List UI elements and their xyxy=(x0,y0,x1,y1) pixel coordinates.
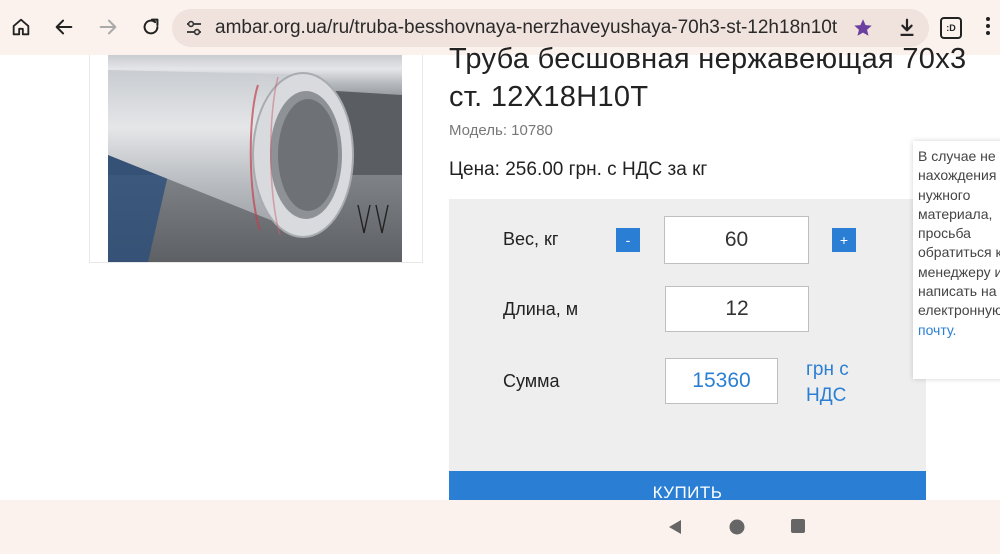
weight-label: Вес, кг xyxy=(503,229,559,249)
more-menu-icon[interactable] xyxy=(984,14,992,38)
star-icon[interactable] xyxy=(852,17,874,39)
product-title: Труба бесшовная нержавеющая 70х3 ст. 12Х… xyxy=(449,43,967,113)
download-icon[interactable] xyxy=(896,17,918,39)
sum-label: Сумма xyxy=(503,371,560,391)
back-arrow-icon[interactable] xyxy=(49,12,79,42)
help-note-text: В случае не нахождения нужного материала… xyxy=(918,147,1000,340)
help-note: В случае не нахождения нужного материала… xyxy=(913,141,1000,379)
nav-recents-icon[interactable] xyxy=(790,518,806,534)
currency-label: грн с НДС xyxy=(806,359,849,406)
weight-minus-button[interactable]: - xyxy=(616,228,640,252)
system-nav-bar xyxy=(0,500,1000,554)
product-model: Модель: 10780 xyxy=(449,122,553,139)
calculator-panel: Вес, кг - 60 + Длина, м 12 Сумма 15360 г… xyxy=(449,199,926,500)
weight-input[interactable]: 60 xyxy=(664,216,809,264)
email-link[interactable]: почту. xyxy=(918,322,956,338)
product-image-frame xyxy=(89,55,423,263)
site-settings-icon[interactable] xyxy=(184,18,204,38)
reload-icon[interactable] xyxy=(136,12,166,42)
weight-plus-button[interactable]: + xyxy=(832,228,856,252)
forward-arrow-icon[interactable] xyxy=(93,12,123,42)
length-input[interactable]: 12 xyxy=(665,286,809,332)
help-note-body: В случае не нахождения нужного материала… xyxy=(918,148,1000,319)
home-icon[interactable] xyxy=(6,12,36,42)
nav-home-icon[interactable] xyxy=(728,518,746,536)
nav-back-icon[interactable] xyxy=(667,518,683,536)
product-image[interactable] xyxy=(108,55,402,262)
product-price: Цена: 256.00 грн. с НДС за кг xyxy=(449,159,708,180)
length-label: Длина, м xyxy=(503,299,579,319)
sum-output: 15360 xyxy=(665,358,778,404)
tab-switcher-icon[interactable]: :D xyxy=(940,17,962,39)
